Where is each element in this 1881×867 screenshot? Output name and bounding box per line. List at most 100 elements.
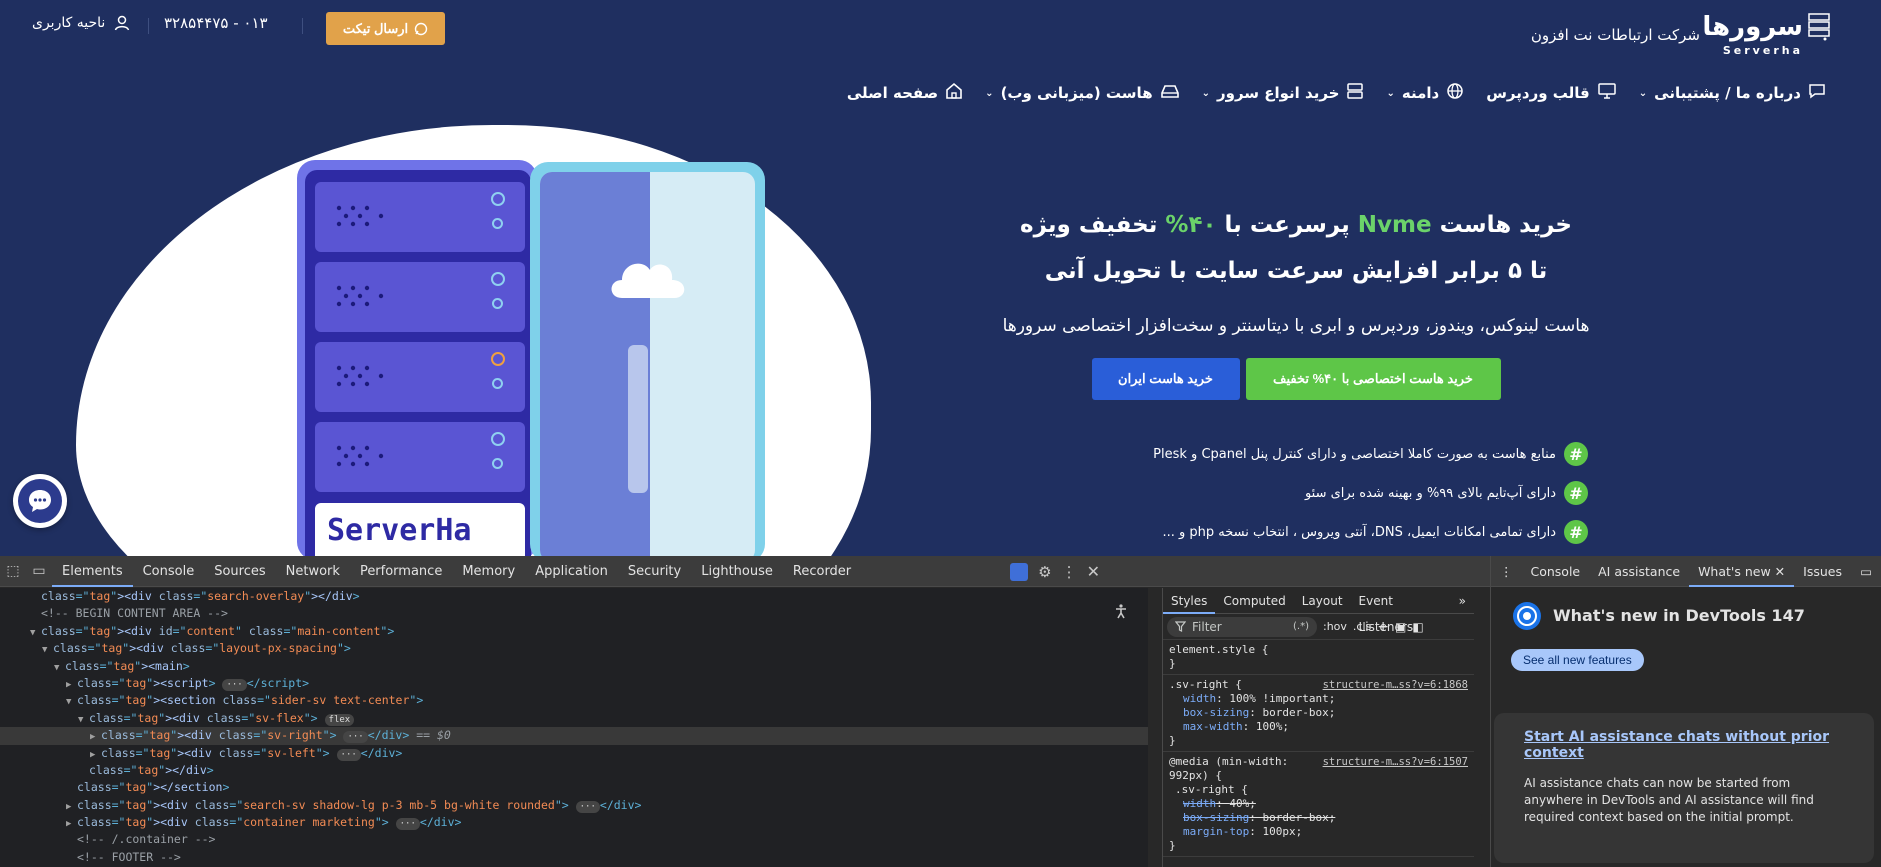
tab-security[interactable]: Security bbox=[618, 556, 691, 587]
close-tab-icon[interactable]: ✕ bbox=[1775, 564, 1785, 579]
dom-node[interactable]: <!-- FOOTER --> bbox=[0, 849, 1148, 866]
buy-iran-host-button[interactable]: خرید هاست ایران bbox=[1091, 358, 1240, 400]
dom-node[interactable]: ▼ class="tag"><div class="sv-flex"> flex bbox=[0, 710, 1148, 727]
device-toolbar-icon[interactable]: ▭ bbox=[26, 556, 52, 587]
close-icon[interactable]: ✕ bbox=[1087, 562, 1100, 581]
tab-memory[interactable]: Memory bbox=[452, 556, 525, 587]
tab-network[interactable]: Network bbox=[276, 556, 350, 587]
collapsed-content-badge[interactable]: ··· bbox=[395, 818, 420, 831]
hover-state-toggle[interactable]: :hov bbox=[1323, 620, 1347, 633]
css-declaration[interactable]: margin-top: 100px; bbox=[1169, 825, 1468, 839]
expand-caret-icon[interactable]: ▼ bbox=[30, 625, 41, 642]
css-declaration[interactable]: max-width: 100%; bbox=[1169, 720, 1468, 734]
dom-node[interactable]: ▼ class="tag"><section class="sider-sv te… bbox=[0, 692, 1148, 709]
drawer-tab-console[interactable]: Console bbox=[1522, 556, 1590, 587]
dock-drawer-icon[interactable]: ▭ bbox=[1851, 556, 1881, 587]
dom-node[interactable]: <!-- BEGIN CONTENT AREA --> bbox=[0, 605, 1148, 622]
tab-elements[interactable]: Elements bbox=[52, 556, 133, 587]
collapsed-content-badge[interactable]: ··· bbox=[575, 800, 600, 813]
filter-placeholder: Filter bbox=[1192, 619, 1222, 634]
flex-badge[interactable]: flex bbox=[324, 713, 355, 726]
phone-number[interactable]: ۰۱۳ - ۳۲۸۵۴۴۷۵ bbox=[164, 14, 268, 32]
tab-recorder[interactable]: Recorder bbox=[783, 556, 861, 587]
collapsed-content-badge[interactable]: ··· bbox=[222, 678, 247, 691]
drawer-tab-ai-assistance[interactable]: AI assistance bbox=[1589, 556, 1689, 587]
dom-node[interactable]: ▶ class="tag"><div class="container marke… bbox=[0, 814, 1148, 831]
tab-sources[interactable]: Sources bbox=[204, 556, 275, 587]
media-sv-right-rule[interactable]: structure-m…ss?v=6:1507 @media (min-width… bbox=[1163, 752, 1474, 857]
styles-tab-styles[interactable]: Styles bbox=[1163, 588, 1216, 614]
css-declaration[interactable]: box-sizing: border-box; bbox=[1169, 811, 1468, 825]
globe-icon bbox=[1446, 82, 1464, 104]
send-ticket-button[interactable]: ارسال تیکت bbox=[326, 12, 445, 45]
nav-item[interactable]: قالب وردپرس bbox=[1486, 82, 1617, 104]
styles-filter-input[interactable]: Filter (.*) bbox=[1167, 616, 1317, 637]
styles-tab-event-listeners[interactable]: Event Listeners bbox=[1351, 588, 1451, 634]
dom-node[interactable]: ▶ class="tag"><div class="sv-right"> ··· <… bbox=[0, 727, 1148, 746]
feature-card-link[interactable]: Start AI assistance chats without prior … bbox=[1524, 729, 1842, 761]
nav-item[interactable]: هاست (میزبانی وب) ⌄ bbox=[985, 82, 1179, 104]
expand-caret-icon[interactable]: ▼ bbox=[54, 660, 65, 677]
rule-source-link[interactable]: structure-m…ss?v=6:1868 bbox=[1323, 678, 1468, 692]
styles-pane: Styles Computed Layout Event Listeners» Fil… bbox=[1162, 588, 1474, 867]
gear-icon[interactable]: ⚙ bbox=[1038, 563, 1051, 581]
dom-node-text: class="tag"></section bbox=[77, 780, 223, 795]
css-declaration[interactable]: box-sizing: border-box; bbox=[1169, 706, 1468, 720]
user-area-link[interactable]: ناحیه کاربری bbox=[32, 14, 131, 32]
styles-tabbar: Styles Computed Layout Event Listeners» bbox=[1163, 588, 1474, 634]
dom-node[interactable]: class="tag"></section> bbox=[0, 779, 1148, 796]
nav-item-label: هاست (میزبانی وب) bbox=[1000, 84, 1153, 102]
dom-node[interactable]: ▼ class="tag"><div id="content" class="ma… bbox=[0, 623, 1148, 640]
cloud-icon bbox=[611, 263, 685, 298]
live-chat-button[interactable] bbox=[13, 474, 67, 528]
styles-tab-computed[interactable]: Computed bbox=[1215, 588, 1293, 614]
nav-item[interactable]: درباره ما / پشتیبانی ⌄ bbox=[1639, 82, 1826, 104]
drawer-tab-what-s-new[interactable]: What's new ✕ bbox=[1689, 556, 1795, 587]
styles-tab-layout[interactable]: Layout bbox=[1294, 588, 1351, 614]
css-property: box-sizing bbox=[1183, 706, 1250, 719]
drawer-tab-issues[interactable]: Issues bbox=[1794, 556, 1851, 587]
sv-right-rule[interactable]: .sv-right {structure-m…ss?v=6:1868 width… bbox=[1163, 675, 1474, 752]
tab-performance[interactable]: Performance bbox=[350, 556, 452, 587]
rule-source-link[interactable]: structure-m…ss?v=6:1507 bbox=[1323, 755, 1468, 769]
nav-item[interactable]: صفحه اصلی bbox=[847, 82, 963, 104]
nav-item[interactable]: خرید انواع سرور ⌄ bbox=[1202, 82, 1365, 104]
drawer-menu-icon[interactable]: ⋮ bbox=[1491, 556, 1522, 587]
inspect-element-icon[interactable]: ⬚ bbox=[0, 556, 26, 587]
css-declaration[interactable]: width: 40%; bbox=[1169, 797, 1468, 811]
dom-node[interactable]: <!-- /.container --> bbox=[0, 831, 1148, 848]
paint-icon[interactable]: ▣ bbox=[1395, 620, 1406, 634]
expand-caret-icon[interactable]: ▼ bbox=[78, 712, 89, 729]
dom-node[interactable]: ▼ class="tag"><div class="layout-px-spaci… bbox=[0, 640, 1148, 657]
tab-console[interactable]: Console bbox=[133, 556, 205, 587]
site-logo[interactable]: سرورها Serverha bbox=[1702, 10, 1831, 57]
more-tabs-icon[interactable]: » bbox=[1451, 588, 1474, 614]
dom-node[interactable]: class="tag"><div class="search-overlay">… bbox=[0, 588, 1148, 605]
dom-node[interactable]: ▶ class="tag"><script> ··· </script> bbox=[0, 675, 1148, 692]
tab-lighthouse[interactable]: Lighthouse bbox=[691, 556, 783, 587]
expand-caret-icon[interactable]: ▼ bbox=[66, 694, 77, 711]
expand-caret-icon[interactable]: ▶ bbox=[90, 729, 101, 746]
element-style-rule[interactable]: element.style { } bbox=[1163, 640, 1474, 675]
class-toggle[interactable]: .cls bbox=[1353, 620, 1371, 633]
expand-caret-icon[interactable]: ▼ bbox=[42, 642, 53, 659]
hero-subtitle: تا ۵ برابر افزایش سرعت سایت با تحویل آنی bbox=[1044, 258, 1548, 284]
see-all-features-button[interactable]: See all new features bbox=[1511, 649, 1644, 671]
collapsed-content-badge[interactable]: ··· bbox=[343, 731, 368, 744]
nav-item[interactable]: دامنه ⌄ bbox=[1386, 82, 1464, 104]
sidebar-toggle-icon[interactable]: ◧ bbox=[1412, 620, 1423, 634]
css-declaration[interactable]: width: 100% !important; bbox=[1169, 692, 1468, 706]
accessibility-icon[interactable] bbox=[1110, 600, 1132, 622]
regex-toggle[interactable]: (.*) bbox=[1293, 621, 1309, 632]
add-rule-icon[interactable]: + bbox=[1377, 619, 1389, 635]
select-element-icon[interactable] bbox=[1010, 562, 1029, 581]
dom-node[interactable]: class="tag"></div> bbox=[0, 762, 1148, 779]
tab-application[interactable]: Application bbox=[525, 556, 618, 587]
buy-dedicated-host-button[interactable]: خرید هاست اختصاصی با ۴۰% تخفیف bbox=[1245, 358, 1501, 400]
more-options-icon[interactable]: ⋮ bbox=[1062, 563, 1077, 581]
drawer-tab-label: AI assistance bbox=[1598, 563, 1681, 579]
dom-node[interactable]: ▶ class="tag"><div class="search-sv shado… bbox=[0, 797, 1148, 814]
dom-node[interactable]: ▶ class="tag"><div class="sv-left"> ··· </… bbox=[0, 745, 1148, 762]
collapsed-content-badge[interactable]: ··· bbox=[336, 748, 361, 761]
dom-node[interactable]: ▼ class="tag"><main> bbox=[0, 658, 1148, 675]
